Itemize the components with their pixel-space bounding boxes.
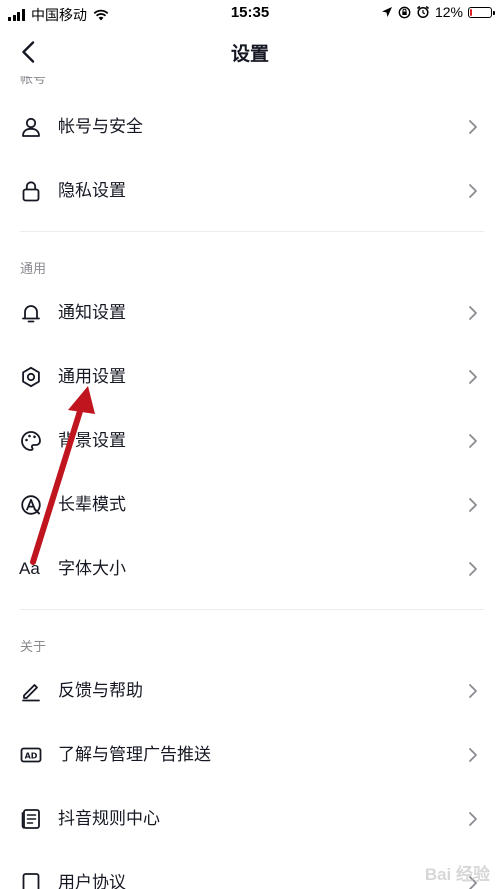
section-header-general: 通用	[20, 261, 47, 276]
battery-level	[470, 8, 472, 16]
person-icon	[22, 117, 40, 137]
chevron-right-icon	[469, 434, 477, 448]
chevron-right-icon	[469, 684, 477, 698]
agreement-icon	[22, 873, 40, 889]
row-label: 了解与管理广告推送	[58, 745, 211, 764]
chevron-right-icon	[469, 120, 477, 134]
section-divider	[20, 609, 484, 610]
row-label: 长辈模式	[58, 495, 126, 514]
chevron-right-icon	[469, 812, 477, 826]
battery-percent: 12%	[434, 4, 463, 20]
row-font-size[interactable]: Aa 字体大小	[0, 541, 500, 597]
row-elder-mode[interactable]: 长辈模式	[0, 477, 500, 533]
row-label: 反馈与帮助	[58, 681, 143, 700]
chevron-right-icon	[469, 748, 477, 762]
row-label: 背景设置	[58, 431, 126, 450]
row-label: 通用设置	[58, 367, 126, 386]
row-ad-management[interactable]: AD 了解与管理广告推送	[0, 727, 500, 783]
chevron-right-icon	[469, 562, 477, 576]
watermark: Bai 经验	[424, 865, 490, 884]
palette-icon	[21, 431, 41, 451]
chevron-right-icon	[469, 184, 477, 198]
lock-icon	[22, 181, 40, 202]
ad-icon: AD	[20, 747, 42, 763]
row-feedback-help[interactable]: 反馈与帮助	[0, 663, 500, 719]
status-bar: 中国移动 15:35 12%	[0, 0, 500, 26]
section-header-account: 帐号	[20, 76, 47, 86]
ad-icon-text: AD	[25, 751, 38, 760]
rotation-lock-icon	[398, 6, 411, 18]
row-label: 抖音规则中心	[58, 809, 160, 828]
row-notification-settings[interactable]: 通知设置	[0, 285, 500, 341]
row-label: 隐私设置	[58, 181, 126, 200]
row-general-settings[interactable]: 通用设置	[0, 349, 500, 405]
row-account-security[interactable]: 帐号与安全	[0, 99, 500, 155]
chevron-right-icon	[469, 498, 477, 512]
location-icon	[381, 7, 392, 17]
chevron-right-icon	[469, 370, 477, 384]
elder-mode-icon	[21, 495, 41, 515]
section-divider	[20, 231, 484, 232]
row-background-settings[interactable]: 背景设置	[0, 413, 500, 469]
row-label: 用户协议	[58, 873, 126, 889]
gear-icon	[22, 366, 40, 388]
status-right: 12%	[381, 4, 495, 20]
battery-icon	[468, 6, 495, 18]
pencil-icon	[22, 684, 40, 702]
chevron-right-icon	[469, 306, 477, 320]
row-label: 字体大小	[58, 559, 126, 578]
page-title: 设置	[230, 44, 269, 65]
alarm-icon	[416, 5, 429, 19]
nav-bar: 设置	[0, 26, 500, 76]
settings-list[interactable]: 帐号 帐号与安全 隐私设置 通用 通知设置 通用设置 背景设置 长辈模式 Aa …	[0, 76, 500, 889]
row-label: 通知设置	[58, 303, 126, 322]
bell-icon	[22, 305, 40, 323]
document-icon	[21, 809, 40, 829]
section-header-about: 关于	[20, 639, 47, 654]
row-privacy-settings[interactable]: 隐私设置	[0, 163, 500, 219]
row-label: 帐号与安全	[58, 117, 143, 136]
font-size-icon: Aa	[19, 559, 40, 578]
row-rules-center[interactable]: 抖音规则中心	[0, 791, 500, 847]
